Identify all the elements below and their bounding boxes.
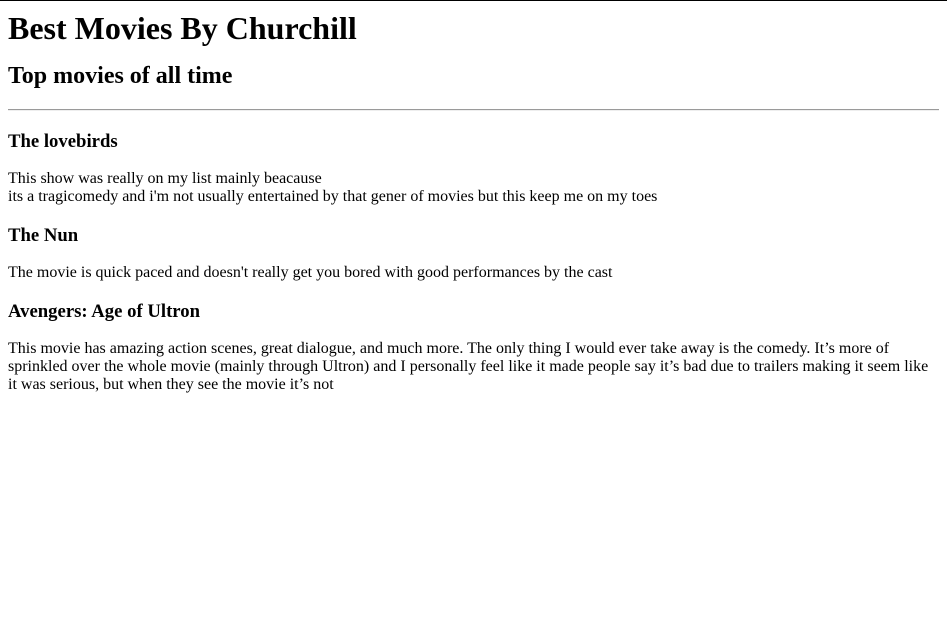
movie-title: The Nun: [8, 225, 79, 246]
movie-entry-lovebirds: The lovebirds This show was really on my…: [8, 131, 939, 206]
page-title: Best Movies By Churchill: [8, 10, 357, 46]
movie-entry-avengers: Avengers: Age of Ultron This movie has a…: [8, 301, 939, 394]
movie-title: The lovebirds: [8, 131, 118, 152]
movie-description: This show was really on my list mainly b…: [8, 170, 939, 206]
movie-description-line-2: its a tragicomedy and i'm not usually en…: [8, 188, 658, 205]
movie-description-line-1: This show was really on my list mainly b…: [8, 170, 322, 187]
movie-title: Avengers: Age of Ultron: [8, 301, 201, 322]
movie-entry-the-nun: The Nun The movie is quick paced and doe…: [8, 225, 939, 282]
page-subtitle: Top movies of all time: [8, 63, 233, 89]
page-content: Best Movies By Churchill Top movies of a…: [0, 10, 947, 394]
divider: [8, 109, 939, 111]
movie-description: This movie has amazing action scenes, gr…: [8, 340, 929, 393]
movie-description: The movie is quick paced and doesn't rea…: [8, 264, 613, 281]
